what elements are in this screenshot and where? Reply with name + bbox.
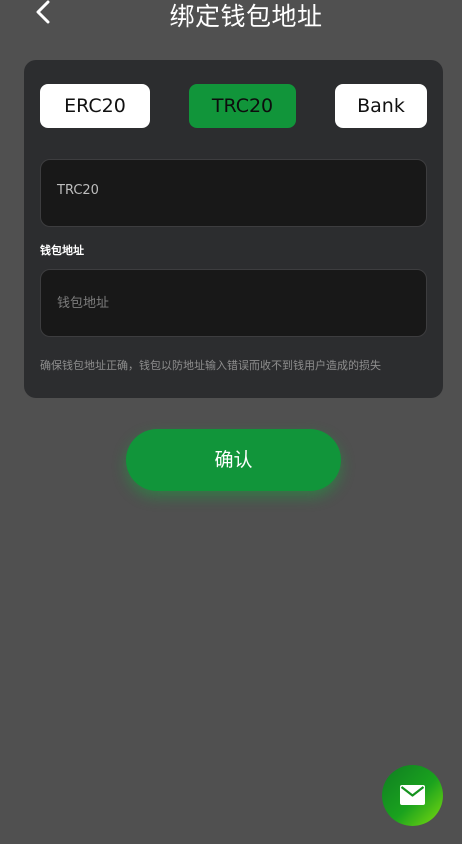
page-title: 绑定钱包地址 [169,2,323,31]
confirm-button[interactable]: 确认 [126,429,341,491]
mail-icon [400,785,425,805]
tab-trc20[interactable]: TRC20 [189,84,296,128]
tab-bank[interactable]: Bank [335,84,427,128]
wallet-address-field[interactable] [40,269,427,337]
wallet-form-card: ERC20 TRC20 Bank TRC20 钱包地址 确保钱包地址正确，钱包以… [24,60,443,398]
tab-erc20[interactable]: ERC20 [40,84,150,128]
mail-fab-button[interactable] [382,765,443,826]
network-field[interactable]: TRC20 [40,159,427,227]
wallet-address-input[interactable] [57,270,407,336]
wallet-address-label: 钱包地址 [40,244,84,257]
hint-text: 确保钱包地址正确，钱包以防地址输入错误而收不到钱用户造成的损失 [40,359,381,372]
network-value: TRC20 [57,183,99,198]
header: 绑定钱包地址 [0,0,462,40]
